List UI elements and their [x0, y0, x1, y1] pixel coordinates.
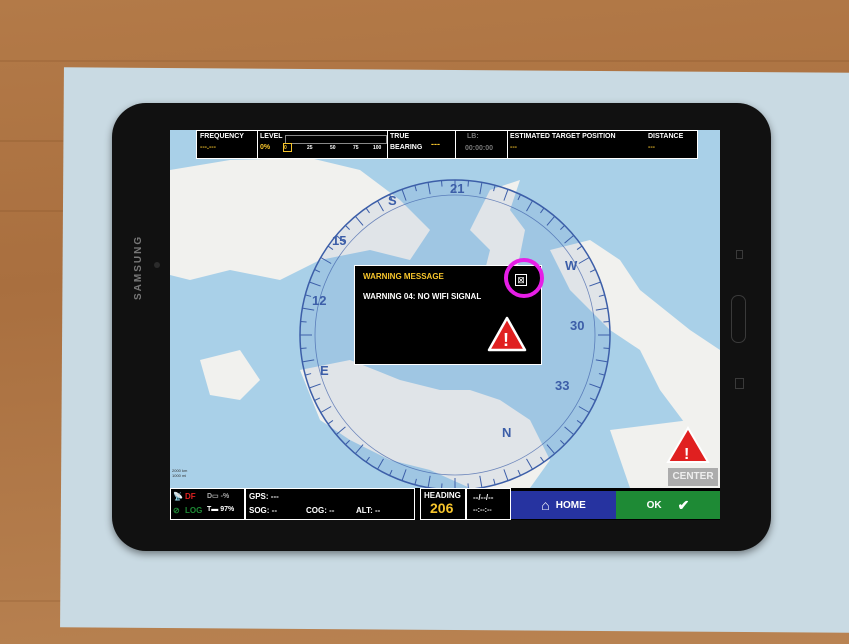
ok-label: OK — [646, 499, 662, 511]
frequency-cell: FREQUENCY ---.--- — [197, 131, 258, 158]
bearing-label: BEARING — [390, 144, 423, 151]
check-circle-icon: ⊘ — [173, 506, 180, 515]
compass-label-21: 21 — [450, 181, 464, 196]
svg-text:!: ! — [684, 446, 689, 463]
level-tick-100: 100 — [373, 145, 382, 151]
lb-label: LB: — [467, 133, 479, 140]
ok-button[interactable]: OK ✔ — [616, 491, 720, 519]
compass-tick — [440, 180, 443, 187]
heading-label: HEADING — [424, 491, 461, 500]
compass-label-33: 33 — [555, 378, 569, 393]
distance-label: DISTANCE — [648, 133, 684, 140]
level-cell: LEVEL 0% 0 25 50 75 100 — [257, 131, 388, 158]
wood-grain — [0, 60, 849, 62]
cog-label: COG: -- — [306, 506, 335, 515]
true-label: TRUE — [390, 133, 410, 140]
level-tick-75: 75 — [353, 145, 359, 151]
true-bearing-value: --- — [431, 139, 440, 149]
app-screen: S 21 15 12 W 30 33 N E ! 2000 km 1000 mi… — [170, 130, 720, 520]
compass-tick — [300, 320, 307, 323]
compass-label-12: 12 — [312, 293, 326, 308]
compass-label-n: N — [502, 425, 511, 440]
home-label: HOME — [555, 499, 586, 511]
estimated-target-cell: ESTIMATED TARGET POSITION --- — [507, 131, 647, 158]
level-value: 0% — [260, 144, 271, 151]
frequency-label: FREQUENCY — [200, 133, 244, 140]
highlight-ring — [504, 258, 544, 298]
compass-tick — [603, 320, 610, 323]
back-key[interactable] — [735, 378, 744, 389]
checkmark-icon: ✔ — [677, 496, 690, 513]
antenna-icon: 📡 — [173, 492, 183, 501]
log-battery: T▬ 97% — [207, 506, 235, 513]
frequency-value: ---.--- — [200, 144, 216, 151]
center-button[interactable]: CENTER — [668, 468, 718, 486]
home-button[interactable]: ⌂ HOME — [511, 491, 616, 519]
sog-label: SOG: -- — [249, 506, 277, 515]
level-label: LEVEL — [260, 133, 283, 140]
dialog-message: WARNING 04: NO WIFI SIGNAL — [363, 292, 482, 301]
time-value: --:--:-- — [473, 507, 492, 514]
device-brand: SAMSUNG — [133, 234, 144, 300]
df-label: DF — [185, 492, 196, 501]
df-battery: D▭ -% — [207, 493, 230, 500]
compass-tick — [467, 180, 470, 187]
lb-cell: LB: 00:00:00 — [455, 131, 508, 158]
camera-lens — [154, 262, 160, 268]
level-tick-0: 0 — [284, 145, 287, 151]
hardware-home-key[interactable] — [731, 295, 746, 343]
compass-label-30: 30 — [570, 318, 584, 333]
device-status-box: 📡 DF D▭ -% ⊘ LOG T▬ 97% — [170, 488, 245, 520]
scale-mi: 1000 mi — [172, 473, 187, 478]
gps-label: GPS: --- — [249, 492, 279, 501]
navigation-info-box: GPS: --- SOG: -- COG: -- ALT: -- — [245, 488, 415, 520]
compass-label-w: W — [565, 258, 578, 273]
compass-label-s: S — [388, 193, 397, 208]
level-meter — [285, 135, 387, 144]
date-value: --/--/-- — [473, 493, 494, 502]
svg-text:!: ! — [503, 330, 509, 350]
heading-value: 206 — [430, 500, 454, 516]
top-status-bar: FREQUENCY ---.--- LEVEL 0% 0 25 50 75 10… — [196, 130, 698, 159]
recent-apps-key[interactable] — [736, 250, 743, 259]
level-tick-50: 50 — [330, 145, 336, 151]
dialog-title: WARNING MESSAGE — [363, 272, 444, 281]
map-scale: 2000 km 1000 mi — [172, 468, 187, 478]
compass-label-e: E — [320, 363, 329, 378]
heading-box: HEADING 206 — [420, 488, 466, 520]
lb-time: 00:00:00 — [465, 145, 494, 152]
distance-cell: DISTANCE --- — [645, 131, 695, 158]
compass-tick — [300, 347, 307, 350]
compass-tick — [603, 347, 610, 350]
distance-value: --- — [648, 144, 655, 151]
warning-triangle-icon: ! — [487, 316, 527, 352]
level-tick-25: 25 — [307, 145, 313, 151]
estimated-target-value: --- — [510, 144, 517, 151]
log-label: LOG — [185, 506, 203, 515]
alt-label: ALT: -- — [356, 506, 381, 515]
datetime-box: --/--/-- --:--:-- — [466, 488, 511, 520]
estimated-target-label: ESTIMATED TARGET POSITION — [510, 133, 616, 140]
compass-label-15: 15 — [332, 233, 346, 248]
house-icon: ⌂ — [541, 497, 550, 513]
true-bearing-cell: TRUE BEARING --- — [387, 131, 456, 158]
